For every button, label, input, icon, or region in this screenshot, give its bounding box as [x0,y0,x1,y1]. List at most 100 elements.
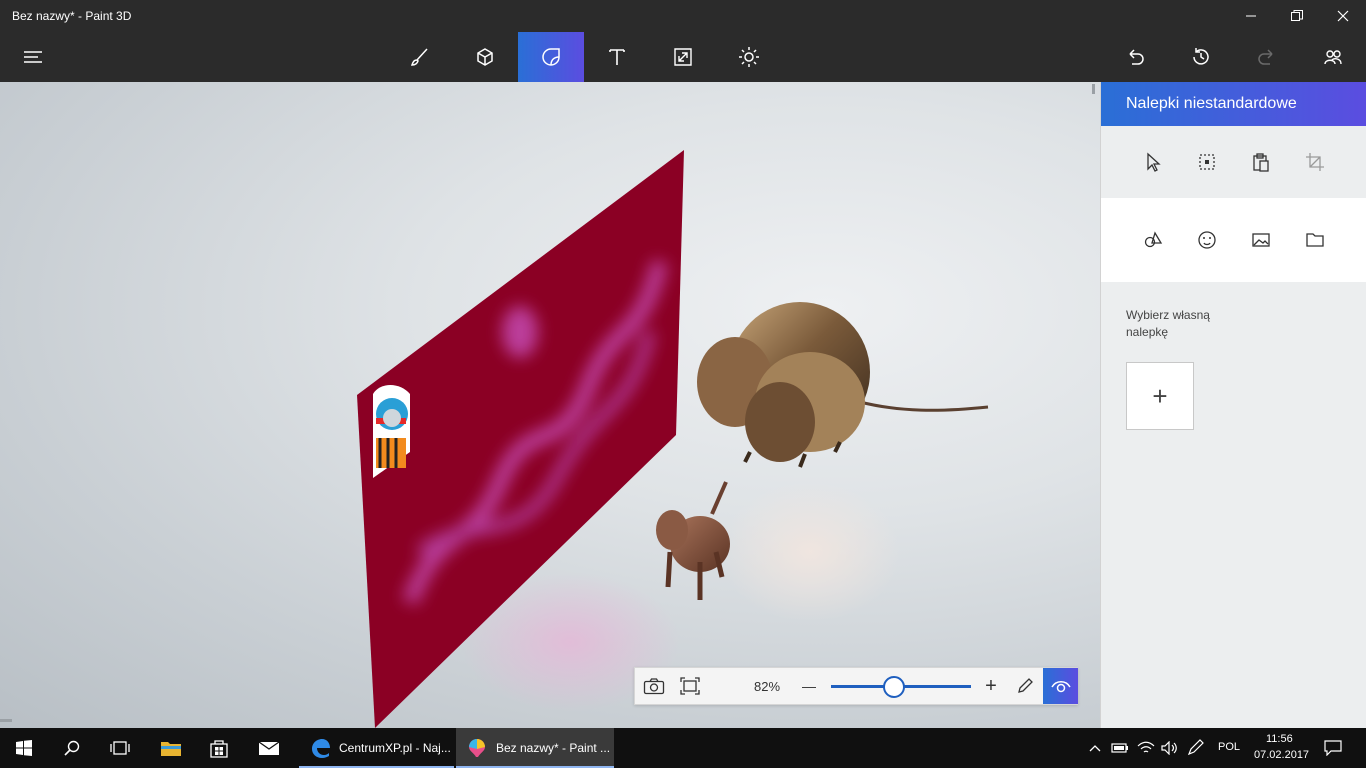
title-bar: Bez nazwy* - Paint 3D [0,0,1366,32]
paste-icon [1253,153,1269,172]
custom-category-button[interactable] [1297,222,1333,258]
menu-button[interactable] [0,32,66,82]
eye-icon [1050,681,1071,693]
picture-icon [1252,233,1270,247]
custom-sticker-caption: Wybierz własną nalepkę [1126,308,1210,339]
zoom-in-button[interactable]: + [977,668,1005,704]
cat-sticker[interactable] [373,385,410,478]
battery-icon [1111,743,1128,753]
search-button[interactable] [48,728,96,768]
taskbar-app-edge[interactable]: CentrumXP.pl - Naj... [299,728,454,768]
shapes-category-button[interactable] [1135,222,1171,258]
zoom-slider-thumb[interactable] [883,676,905,698]
add-label: + [1152,380,1168,411]
add-custom-sticker-button[interactable]: + [1126,362,1194,430]
fit-screen-icon [680,677,700,695]
network-button[interactable] [1134,728,1158,768]
emoji-category-button[interactable] [1189,222,1225,258]
close-icon [1337,10,1349,22]
redo-button[interactable] [1234,32,1300,82]
scene-view [0,84,1095,728]
tool-stickers[interactable] [518,32,584,82]
paste-button[interactable] [1243,144,1279,180]
text-icon [609,49,625,65]
restore-icon [1291,10,1303,21]
select-pointer-icon [1147,152,1161,172]
3d-canvas[interactable] [0,82,1100,728]
undo-button[interactable] [1102,32,1168,82]
task-view-button[interactable] [96,728,144,768]
windows-taskbar: CentrumXP.pl - Naj... Bez nazwy* - Paint… [0,728,1366,768]
marquee-select-button[interactable] [1189,144,1225,180]
panel-header: Nalepki niestandardowe [1101,82,1366,126]
community-icon [1324,50,1342,65]
crop-button[interactable] [1297,144,1333,180]
shapes-icon [1144,231,1163,248]
pen-icon [1187,739,1204,756]
close-button[interactable] [1320,0,1366,32]
texture-category-button[interactable] [1243,222,1279,258]
notification-icon [1324,740,1342,756]
history-button[interactable] [1168,32,1234,82]
pen-workspace-button[interactable] [1182,728,1208,768]
speaker-icon [1161,741,1177,755]
dog-3d-model[interactable] [656,481,730,600]
task-view-icon [110,741,130,755]
tool-3d-shapes[interactable] [452,32,518,82]
mouse-3d-model[interactable] [697,302,989,468]
sticker-category-row [1101,198,1366,282]
mail-icon [258,741,280,755]
minimize-icon [1246,15,1256,17]
store-icon [210,740,228,758]
draw-mode-button[interactable] [1009,668,1041,704]
mail-button[interactable] [245,728,293,768]
action-center-button[interactable] [1316,728,1350,768]
tool-effects[interactable] [716,32,782,82]
sticker-emoji-icon [1198,231,1216,249]
tray-overflow-button[interactable] [1085,728,1105,768]
taskbar-app-label: Bez nazwy* - Paint ... [496,741,611,755]
chevron-up-icon [1089,745,1101,752]
stickers-side-panel: Nalepki niestandardowe Wybierz własną na… [1100,82,1366,728]
start-button[interactable] [0,728,48,768]
fit-to-screen-button[interactable] [673,668,707,704]
view-3d-button[interactable] [1043,668,1078,704]
store-button[interactable] [195,728,243,768]
input-language[interactable]: POL [1218,741,1240,753]
file-explorer-button[interactable] [147,728,195,768]
taskbar-app-label: CentrumXP.pl - Naj... [339,741,451,755]
redo-icon [1258,49,1273,65]
marquee-select-icon [1199,154,1215,170]
tool-brushes[interactable] [386,32,452,82]
screenshot-button[interactable] [637,668,671,704]
history-icon [1193,48,1209,65]
community-button[interactable] [1300,32,1366,82]
panel-title: Nalepki niestandardowe [1126,95,1297,112]
restore-button[interactable] [1274,0,1320,32]
pencil-icon [1018,678,1033,693]
windows-logo-icon [16,740,32,756]
search-icon [64,740,80,756]
edge-icon [312,739,330,758]
clock-time[interactable]: 11:56 [1266,733,1293,745]
stickers-icon [542,48,560,66]
tool-canvas[interactable] [650,32,716,82]
zoom-bar: 82% — + [634,667,1078,705]
taskbar-app-paint3d[interactable]: Bez nazwy* - Paint ... [456,728,614,768]
volume-button[interactable] [1158,728,1182,768]
select-button[interactable] [1135,144,1171,180]
menu-icon [24,51,42,63]
window-title: Bez nazwy* - Paint 3D [12,9,132,23]
clock-date[interactable]: 07.02.2017 [1254,749,1309,761]
zoom-out-button[interactable]: — [795,668,823,704]
cube-3d-icon [477,48,493,66]
battery-button[interactable] [1108,728,1132,768]
tool-text[interactable] [584,32,650,82]
file-explorer-icon [161,742,181,756]
minimize-button[interactable] [1228,0,1274,32]
effects-sun-icon [739,47,759,67]
undo-icon [1129,49,1144,65]
main-toolbar [0,32,1366,82]
canvas-resize-icon [674,48,692,66]
brush-icon [410,48,428,66]
